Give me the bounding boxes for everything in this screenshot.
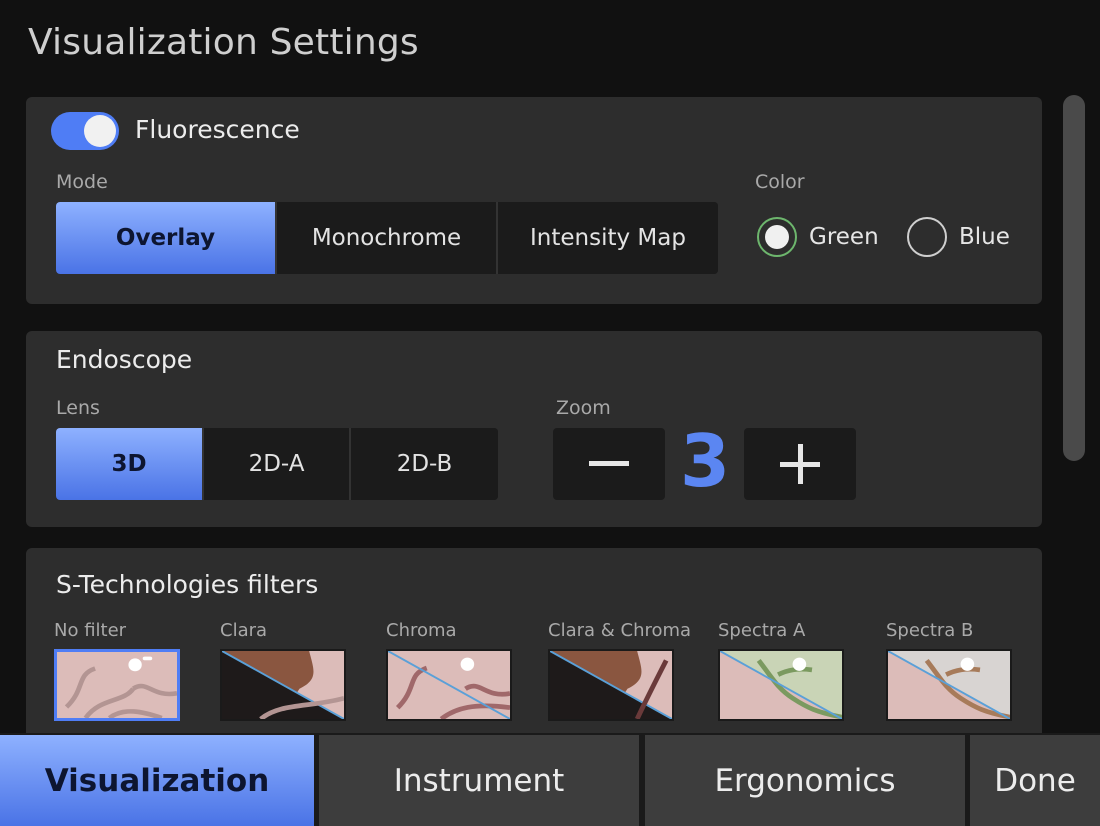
lens-segmented-control: 3D 2D-A 2D-B xyxy=(56,428,498,500)
plus-icon xyxy=(780,444,820,484)
filter-label: No filter xyxy=(54,620,127,641)
clara-thumbnail-icon[interactable] xyxy=(220,649,346,721)
done-button[interactable]: Done xyxy=(970,735,1100,826)
filter-clara[interactable]: Clara xyxy=(220,620,346,721)
filter-chroma[interactable]: Chroma xyxy=(386,620,512,721)
color-label: Color xyxy=(755,171,805,193)
lens-option-3d[interactable]: 3D xyxy=(56,428,204,500)
zoom-value: 3 xyxy=(679,419,731,503)
filter-label: Chroma xyxy=(386,620,457,641)
fluorescence-label: Fluorescence xyxy=(135,115,300,144)
lens-option-2d-a[interactable]: 2D-A xyxy=(204,428,351,500)
filter-no-filter[interactable]: No filter xyxy=(54,620,180,721)
filters-title: S-Technologies filters xyxy=(56,570,319,599)
mode-segmented-control: Overlay Monochrome Intensity Map xyxy=(56,202,718,274)
filter-label: Spectra B xyxy=(886,620,974,641)
filter-clara-chroma[interactable]: Clara & Chroma xyxy=(548,620,691,721)
color-radio-green[interactable]: Green xyxy=(757,217,879,257)
scrollbar-thumb[interactable] xyxy=(1063,95,1085,461)
bottom-tab-bar: Visualization Instrument Ergonomics Done xyxy=(0,733,1100,826)
page-title: Visualization Settings xyxy=(28,22,419,63)
mode-option-intensity-map[interactable]: Intensity Map xyxy=(498,202,718,274)
radio-selected-icon xyxy=(757,217,797,257)
zoom-label: Zoom xyxy=(556,397,611,419)
tab-instrument[interactable]: Instrument xyxy=(319,735,639,826)
radio-label-blue: Blue xyxy=(959,224,1010,250)
zoom-increment-button[interactable] xyxy=(744,428,856,500)
lens-label: Lens xyxy=(56,397,100,419)
filter-label: Spectra A xyxy=(718,620,806,641)
filter-spectra-b[interactable]: Spectra B xyxy=(886,620,1012,721)
fluorescence-panel: Fluorescence Mode Overlay Monochrome Int… xyxy=(26,97,1042,304)
radio-unselected-icon xyxy=(907,217,947,257)
filter-label: Clara & Chroma xyxy=(548,620,692,641)
mode-option-monochrome[interactable]: Monochrome xyxy=(277,202,498,274)
radio-label-green: Green xyxy=(809,224,879,250)
no-filter-thumbnail-icon[interactable] xyxy=(54,649,180,721)
tab-visualization[interactable]: Visualization xyxy=(0,735,314,826)
toggle-knob xyxy=(84,115,116,147)
mode-label: Mode xyxy=(56,171,108,193)
chroma-thumbnail-icon[interactable] xyxy=(386,649,512,721)
lens-option-2d-b[interactable]: 2D-B xyxy=(351,428,498,500)
filter-spectra-a[interactable]: Spectra A xyxy=(718,620,844,721)
endoscope-panel: Endoscope Lens 3D 2D-A 2D-B Zoom 3 xyxy=(26,331,1042,527)
tab-ergonomics[interactable]: Ergonomics xyxy=(645,735,965,826)
endoscope-title: Endoscope xyxy=(56,345,193,374)
clara-chroma-thumbnail-icon[interactable] xyxy=(548,649,674,721)
fluorescence-toggle[interactable] xyxy=(51,112,119,150)
minus-icon xyxy=(589,461,629,466)
zoom-decrement-button[interactable] xyxy=(553,428,665,500)
mode-option-overlay[interactable]: Overlay xyxy=(56,202,277,274)
spectra-a-thumbnail-icon[interactable] xyxy=(718,649,844,721)
color-radio-blue[interactable]: Blue xyxy=(907,217,1010,257)
filters-panel: S-Technologies filters No filter Clara C… xyxy=(26,548,1042,748)
spectra-b-thumbnail-icon[interactable] xyxy=(886,649,1012,721)
filter-label: Clara xyxy=(220,620,268,641)
